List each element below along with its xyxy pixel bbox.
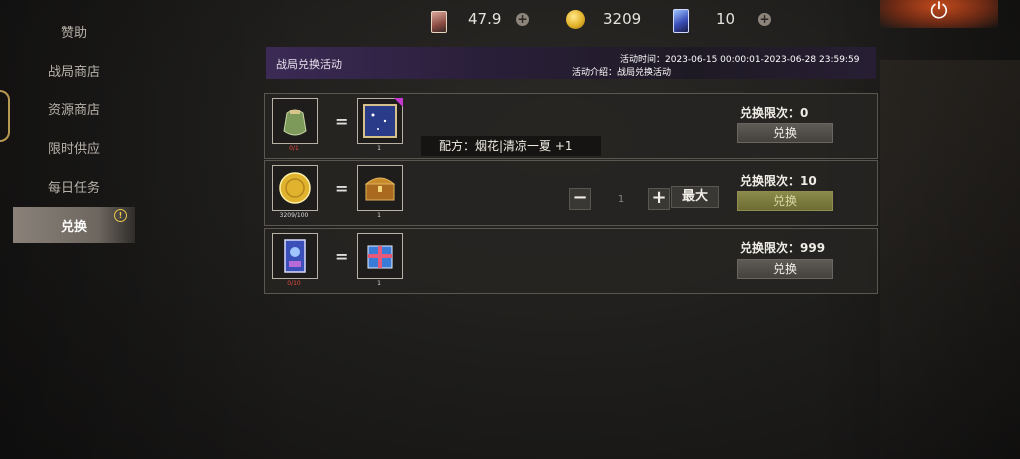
exchange-limit: 兑换限次：10 — [740, 174, 817, 188]
banner-desc: 活动介绍：战局兑换活动 — [572, 68, 672, 78]
equals-sign: = — [335, 247, 349, 266]
recipe-tooltip: 配方：烟花|清凉一夏 +1 — [421, 136, 601, 156]
ticket-icon — [673, 9, 689, 33]
gift-box-icon — [367, 245, 393, 269]
gold-coin-icon — [279, 172, 311, 204]
menu-item-exchange[interactable]: 兑换 ! — [13, 207, 135, 243]
side-frame-ornament — [0, 90, 10, 142]
resource-ticket-value: 10 — [716, 10, 736, 28]
input-item-count: 0/1 — [289, 145, 299, 152]
ticket-card-icon — [284, 239, 306, 273]
resource-card-value: 47.9 — [468, 10, 502, 28]
decrease-button[interactable]: − — [569, 188, 591, 210]
exchange-button[interactable]: 兑换 — [737, 191, 833, 211]
power-icon: ⏻ — [930, 0, 948, 24]
max-button[interactable]: 最大 — [671, 186, 719, 208]
exchange-limit: 兑换限次：999 — [740, 241, 826, 255]
output-item-slot[interactable] — [357, 98, 403, 144]
add-ticket-button[interactable]: + — [758, 13, 771, 26]
exchange-button[interactable]: 兑换 — [737, 123, 833, 143]
quantity-value[interactable]: 1 — [613, 194, 629, 205]
output-item-slot[interactable] — [357, 165, 403, 211]
exchange-row: 0/10 = 1 兑换限次：999 兑换 — [264, 228, 878, 294]
input-item-slot[interactable] — [272, 98, 318, 144]
banner-time: 活动时间：2023-06-15 00:00:01-2023-06-28 23:5… — [620, 55, 860, 65]
input-item-count: 3209/100 — [279, 212, 309, 219]
treasure-chest-icon — [364, 177, 396, 201]
banner-title: 战局兑换活动 — [276, 58, 342, 71]
equals-sign: = — [335, 112, 349, 131]
power-button[interactable]: ⏻ — [880, 0, 998, 28]
exchange-limit: 兑换限次：0 — [740, 106, 809, 120]
coin-icon — [566, 10, 585, 29]
menu-item-limited-supply[interactable]: 限时供应 — [13, 130, 135, 164]
side-menu: 赞助 战局商店 资源商店 限时供应 每日任务 兑换 ! — [0, 0, 140, 459]
pouch-icon — [283, 109, 307, 136]
input-item-slot[interactable] — [272, 233, 318, 279]
menu-item-label: 限时供应 — [47, 141, 100, 157]
input-item-slot[interactable] — [272, 165, 318, 211]
menu-item-label: 兑换 — [60, 219, 87, 235]
menu-item-label: 资源商店 — [47, 102, 100, 118]
increase-button[interactable]: + — [648, 188, 670, 210]
card-icon — [431, 11, 447, 33]
menu-item-label: 战局商店 — [47, 64, 100, 80]
input-item-count: 0/10 — [287, 280, 301, 287]
output-item-count: 1 — [377, 145, 381, 152]
menu-item-battle-shop[interactable]: 战局商店 — [13, 53, 135, 87]
menu-item-resource-shop[interactable]: 资源商店 — [13, 91, 135, 125]
new-tag-icon — [394, 98, 403, 107]
add-card-button[interactable]: + — [516, 13, 529, 26]
menu-item-sponsor[interactable]: 赞助 — [13, 14, 135, 48]
exchange-button[interactable]: 兑换 — [737, 259, 833, 279]
output-item-count: 1 — [377, 280, 381, 287]
exchange-row: 3209/100 = 1 − 1 + 最大 兑换限次：10 兑换 — [264, 160, 878, 226]
equals-sign: = — [335, 179, 349, 198]
menu-item-label: 赞助 — [60, 25, 87, 41]
menu-item-daily-tasks[interactable]: 每日任务 — [13, 169, 135, 203]
background-pillar — [880, 60, 1020, 459]
resource-coin-value: 3209 — [603, 10, 642, 28]
output-item-count: 1 — [377, 212, 381, 219]
event-banner: 战局兑换活动 活动时间：2023-06-15 00:00:01-2023-06-… — [266, 47, 876, 79]
menu-item-label: 每日任务 — [47, 180, 100, 196]
alert-icon: ! — [114, 209, 127, 222]
exchange-row: 0/1 = 1 配方：烟花|清凉一夏 +1 兑换限次：0 兑换 — [264, 93, 878, 159]
output-item-slot[interactable] — [357, 233, 403, 279]
